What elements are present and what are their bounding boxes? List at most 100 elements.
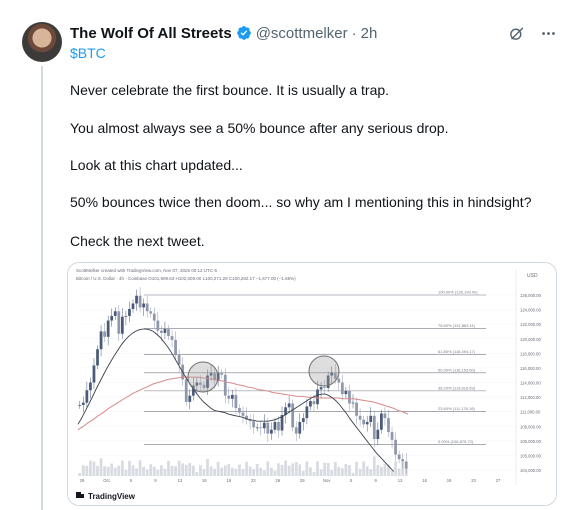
candle-body [298, 421, 302, 434]
chart-image-card[interactable]: ScottMelker created with TradingView.com… [67, 262, 557, 506]
x-tick-label: 9 [154, 478, 157, 483]
candle-body [106, 320, 110, 337]
candle-body [319, 387, 323, 390]
tradingview-logo [76, 492, 84, 498]
volume-bar [199, 465, 202, 476]
volume-bar [397, 468, 401, 476]
fib-level-label: 50.00% (116,153.60) [438, 367, 476, 372]
y-tick-label: 112,000.00 [520, 395, 541, 400]
x-tick-label: 29 [300, 478, 305, 483]
candle-body [230, 394, 234, 399]
volume-bar [128, 460, 131, 476]
candle-body [312, 401, 316, 405]
fib-level-label: 78.60% (121,863.11) [438, 323, 476, 328]
volume-bar [340, 468, 344, 476]
candle-body [81, 402, 85, 405]
volume-bar [277, 463, 280, 476]
candle-body [376, 429, 380, 440]
volume-bar [89, 460, 92, 476]
y-tick-label: 114,000.00 [520, 381, 541, 386]
volume-bar [223, 465, 227, 476]
y-tick-label: 126,000.00 [520, 293, 542, 298]
volume-bar [110, 463, 114, 476]
candle-body [177, 354, 181, 365]
volume-bar [248, 466, 252, 476]
volume-bar [365, 466, 369, 476]
x-tick-label: 5 [130, 478, 133, 483]
display-name[interactable]: The Wolf Of All Streets [70, 25, 232, 42]
candle-body [188, 395, 192, 402]
candle-body [96, 349, 99, 366]
candle-body [124, 315, 128, 317]
grok-icon[interactable] [507, 24, 525, 42]
x-tick-label: 26 [275, 478, 280, 483]
candle-body [372, 415, 376, 440]
candle-body [131, 303, 135, 309]
candle-body [344, 391, 348, 395]
candle-body [277, 421, 280, 431]
cashtag-link[interactable]: $BTC [70, 45, 106, 61]
volume-bar [380, 466, 383, 476]
volume-bar [163, 468, 167, 476]
volume-bar [241, 469, 245, 476]
handle[interactable]: @scottmelker [256, 25, 348, 42]
candle-body [262, 422, 266, 429]
volume-bar [184, 464, 188, 476]
volume-bar [174, 466, 177, 476]
volume-bar [305, 461, 309, 476]
volume-bar [252, 469, 256, 476]
candle-body [89, 382, 92, 391]
volume-bar [120, 460, 124, 476]
volume-bar [167, 460, 170, 476]
candle-body [309, 401, 312, 407]
volume-bar [106, 466, 110, 476]
volume-bar [383, 463, 387, 476]
volume-bar [206, 459, 209, 476]
y-tick-label: 108,000.00 [520, 424, 542, 429]
volume-bar [234, 468, 238, 476]
x-tick-label: 13 [398, 478, 403, 483]
candle-body [135, 295, 138, 304]
volume-bar [245, 461, 248, 476]
candle-body [390, 432, 394, 440]
candle-body [301, 418, 305, 422]
volume-bar [312, 472, 316, 476]
volume-bar [376, 465, 380, 476]
candle-body [362, 419, 366, 425]
candle-body [170, 336, 174, 340]
candle-body [152, 313, 156, 321]
candle-body [365, 421, 369, 425]
avatar[interactable] [22, 22, 62, 62]
candle-body [184, 379, 188, 402]
candle-body [167, 329, 170, 337]
volume-bar [138, 460, 142, 476]
volume-bar [351, 472, 355, 476]
volume-bar [135, 468, 138, 476]
volume-bar [362, 461, 366, 476]
volume-bar [152, 466, 156, 476]
tradingview-chart: ScottMelker created with TradingView.com… [76, 268, 542, 501]
candle-body [113, 311, 117, 316]
volume-bar [160, 465, 163, 476]
volume-bar [238, 464, 241, 476]
volume-bar [348, 465, 351, 476]
candle-body [273, 421, 277, 430]
volume-bar [220, 467, 224, 476]
candle-body [149, 311, 153, 314]
candle-body [266, 422, 270, 434]
x-tick-label: 19 [447, 478, 452, 483]
more-icon[interactable] [539, 24, 557, 42]
y-tick-label: 120,000.00 [520, 337, 542, 342]
candle-body [252, 421, 256, 428]
price-unit: USD [527, 273, 538, 279]
timestamp[interactable]: 2h [361, 25, 378, 42]
volume-bar [181, 463, 185, 476]
volume-bar [333, 462, 337, 476]
candle-body [241, 412, 245, 416]
x-tick-label: 23 [251, 478, 256, 483]
candle-body [287, 403, 291, 408]
candle-body [394, 439, 397, 455]
candle-body [255, 427, 259, 429]
chart-header: ScottMelker created with TradingView.com… [76, 268, 217, 273]
y-tick-label: 106,000.00 [520, 439, 542, 444]
